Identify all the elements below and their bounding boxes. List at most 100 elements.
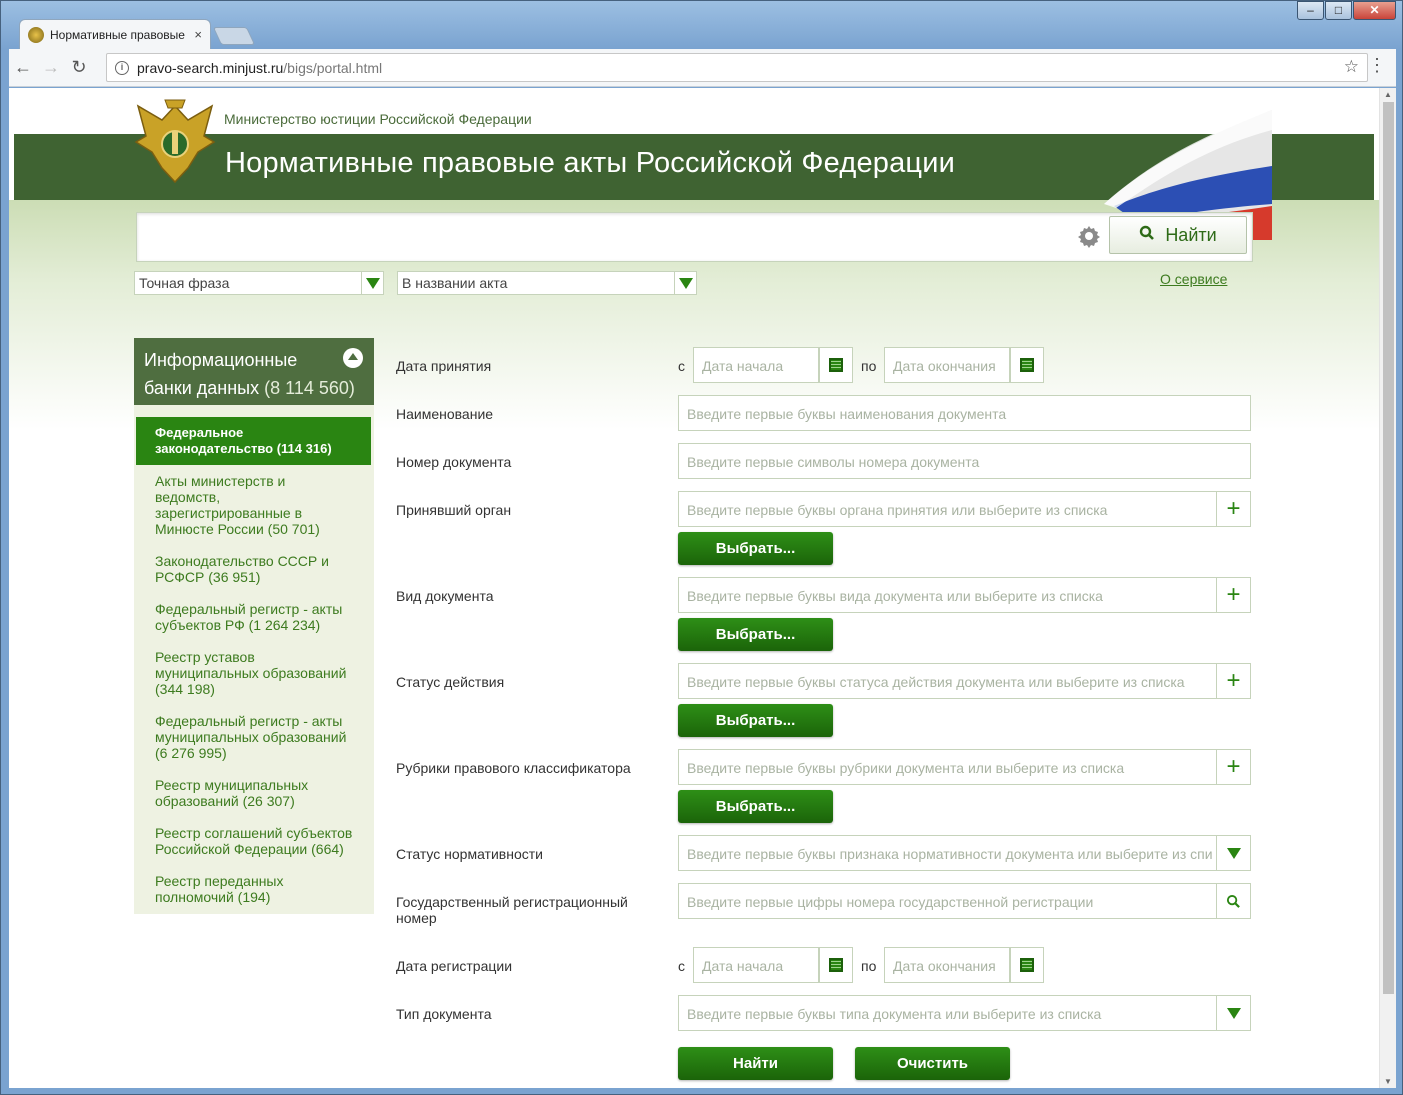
adoption-date-end[interactable]: Дата окончания xyxy=(884,347,1010,383)
status-input[interactable]: Введите первые буквы статуса действия до… xyxy=(678,663,1217,699)
close-window-button[interactable]: ✕ xyxy=(1353,1,1396,20)
sidebar-header[interactable]: Информационные банки данных (8 114 560) xyxy=(134,338,374,405)
normativity-input[interactable]: Введите первые буквы признака нормативно… xyxy=(678,835,1217,871)
reload-icon[interactable]: ↻ xyxy=(65,57,93,78)
search-button[interactable]: Найти xyxy=(1109,216,1247,254)
search-icon xyxy=(1139,225,1155,246)
authority-input[interactable]: Введите первые буквы органа принятия или… xyxy=(678,491,1217,527)
clear-button[interactable]: Очистить xyxy=(855,1047,1010,1080)
tab-title: Нормативные правовые xyxy=(50,27,185,42)
label-doc-kind: Вид документа xyxy=(396,588,494,604)
sidebar-item[interactable]: Реестр переданных полномочий (194) xyxy=(134,865,374,913)
new-tab-button[interactable] xyxy=(212,27,256,45)
search-scope-value: В названии акта xyxy=(402,275,508,291)
sidebar-title-line2: банки данных (8 114 560) xyxy=(144,374,364,402)
doc-type-input[interactable]: Введите первые буквы типа документа или … xyxy=(678,995,1217,1031)
address-bar[interactable]: i pravo-search.minjust.ru/bigs/portal.ht… xyxy=(106,53,1368,82)
date-to-label: по xyxy=(861,958,877,974)
about-service-link[interactable]: О сервисе xyxy=(1160,271,1227,287)
bookmark-star-icon[interactable]: ☆ xyxy=(1344,57,1359,77)
chevron-down-icon[interactable] xyxy=(674,272,696,294)
reg-date-start[interactable]: Дата начала xyxy=(693,947,819,983)
forward-icon[interactable]: → xyxy=(37,57,65,78)
emblem-favicon-icon xyxy=(28,26,44,43)
choose-rubrics-button[interactable]: Выбрать... xyxy=(678,790,833,823)
search-mode-select[interactable]: Точная фраза xyxy=(134,271,384,295)
label-rubrics: Рубрики правового классификатора xyxy=(396,760,631,776)
sidebar-item[interactable]: Федеральный регистр - акты субъектов РФ … xyxy=(134,593,374,641)
scroll-up-icon[interactable]: ▲ xyxy=(1384,90,1392,99)
sidebar-item[interactable]: Акты министерств и ведомств, зарегистрир… xyxy=(134,465,374,545)
scrollbar-thumb[interactable] xyxy=(1383,102,1394,994)
search-icon[interactable] xyxy=(1216,883,1251,919)
choose-doc-kind-button[interactable]: Выбрать... xyxy=(678,618,833,651)
url-host: pravo-search.minjust.ru xyxy=(137,59,284,76)
label-reg-date: Дата регистрации xyxy=(396,958,513,974)
search-button-label: Найти xyxy=(1165,224,1217,245)
sidebar-item[interactable]: Реестр уставов муниципальных образований… xyxy=(134,641,374,705)
gear-icon[interactable] xyxy=(1077,224,1101,248)
chevron-down-icon[interactable] xyxy=(1216,835,1251,871)
sidebar-item-federal-legislation[interactable]: Федеральное законодательство (114 316) xyxy=(136,417,371,465)
plus-icon[interactable]: + xyxy=(1216,577,1251,613)
minimize-button[interactable]: – xyxy=(1297,1,1324,20)
label-name: Наименование xyxy=(396,406,494,422)
sidebar-title-count: (8 114 560) xyxy=(264,378,355,398)
label-status: Статус действия xyxy=(396,674,505,690)
databanks-sidebar: Информационные банки данных (8 114 560) … xyxy=(134,338,374,914)
reg-number-input[interactable]: Введите первые цифры номера государствен… xyxy=(678,883,1217,919)
back-icon[interactable]: ← xyxy=(9,57,37,78)
submit-search-button[interactable]: Найти xyxy=(678,1047,833,1080)
sidebar-item[interactable]: Законодательство СССР и РСФСР (36 951) xyxy=(134,545,374,593)
window-controls: – □ ✕ xyxy=(1296,1,1396,20)
label-normativity: Статус нормативности xyxy=(396,846,543,862)
browser-menu-icon[interactable]: ⋮ xyxy=(1368,55,1386,76)
browser-tab[interactable]: Нормативные правовые × xyxy=(19,19,211,49)
ministry-name: Министерство юстиции Российской Федераци… xyxy=(224,111,532,127)
collapse-icon[interactable] xyxy=(343,348,363,368)
sidebar-title-line1: Информационные xyxy=(144,350,298,370)
maximize-button[interactable]: □ xyxy=(1325,1,1352,20)
label-authority: Принявший орган xyxy=(396,502,512,518)
site-info-icon[interactable]: i xyxy=(115,60,129,75)
search-scope-select[interactable]: В названии акта xyxy=(397,271,697,295)
label-reg-number: Государственный регистрационный номер xyxy=(396,894,628,926)
page-viewport: Министерство юстиции Российской Федераци… xyxy=(9,88,1396,1088)
name-input[interactable]: Введите первые буквы наименования докуме… xyxy=(678,395,1251,431)
label-doc-type: Тип документа xyxy=(396,1006,492,1022)
calendar-icon[interactable] xyxy=(1010,347,1044,383)
rubrics-input[interactable]: Введите первые буквы рубрики документа и… xyxy=(678,749,1217,785)
sidebar-item[interactable]: Реестр муниципальных образований (26 307… xyxy=(134,769,374,817)
doc-kind-input[interactable]: Введите первые буквы вида документа или … xyxy=(678,577,1217,613)
browser-window: – □ ✕ Нормативные правовые × ← → ↻ i pra… xyxy=(0,0,1403,1095)
page-title: Нормативные правовые акты Российской Фед… xyxy=(225,147,956,179)
date-from-label: с xyxy=(678,358,685,374)
browser-toolbar: ← → ↻ i pravo-search.minjust.ru/bigs/por… xyxy=(9,49,1396,87)
label-adoption-date: Дата принятия xyxy=(396,358,492,374)
chevron-down-icon[interactable] xyxy=(361,272,383,294)
adoption-date-start[interactable]: Дата начала xyxy=(693,347,819,383)
calendar-icon[interactable] xyxy=(819,947,853,983)
chevron-down-icon[interactable] xyxy=(1216,995,1251,1031)
scroll-down-icon[interactable]: ▼ xyxy=(1384,1077,1392,1086)
choose-status-button[interactable]: Выбрать... xyxy=(678,704,833,737)
label-doc-number: Номер документа xyxy=(396,454,512,470)
search-mode-value: Точная фраза xyxy=(139,275,230,291)
sidebar-item[interactable]: Федеральный регистр - акты муниципальных… xyxy=(134,705,374,769)
calendar-icon[interactable] xyxy=(1010,947,1044,983)
plus-icon[interactable]: + xyxy=(1216,663,1251,699)
reg-date-end[interactable]: Дата окончания xyxy=(884,947,1010,983)
choose-authority-button[interactable]: Выбрать... xyxy=(678,532,833,565)
calendar-icon[interactable] xyxy=(819,347,853,383)
plus-icon[interactable]: + xyxy=(1216,749,1251,785)
date-to-label: по xyxy=(861,358,877,374)
ministry-emblem-icon xyxy=(134,99,216,184)
url-path: /bigs/portal.html xyxy=(283,59,383,76)
doc-number-input[interactable]: Введите первые символы номера документа xyxy=(678,443,1251,479)
sidebar-title-text: банки данных xyxy=(144,378,260,398)
sidebar-item[interactable]: Реестр соглашений субъектов Российской Ф… xyxy=(134,817,374,865)
plus-icon[interactable]: + xyxy=(1216,491,1251,527)
vertical-scrollbar[interactable]: ▲ ▼ xyxy=(1379,88,1396,1088)
date-from-label: с xyxy=(678,958,685,974)
tab-close-icon[interactable]: × xyxy=(194,27,202,42)
